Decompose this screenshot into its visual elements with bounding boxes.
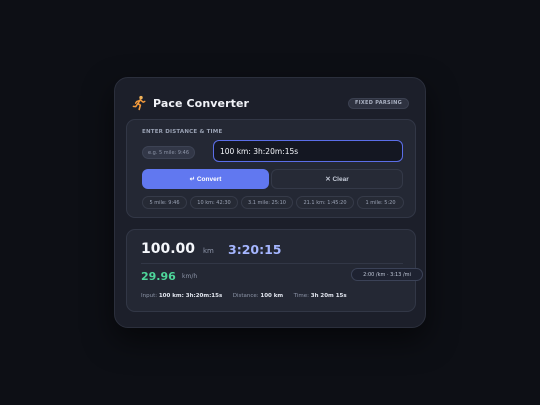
input-panel: ENTER DISTANCE & TIME e.g. 5 mile: 9:46 … <box>126 119 416 218</box>
speed-unit: km/h <box>182 273 198 280</box>
meta-time-value: 3h 20m 15s <box>310 293 347 299</box>
pace-badge: 2:00 /km · 3:13 /mi <box>351 268 423 281</box>
runner-icon <box>131 95 147 111</box>
meta-distance-label: Distance: <box>232 293 259 299</box>
meta-input-label: Input: <box>141 293 158 299</box>
time-value: 3:20:15 <box>228 242 282 257</box>
preset-chips: 5 mile: 9:46 10 km: 42:30 3.1 mile: 25:1… <box>142 196 404 209</box>
distance-unit: km <box>203 247 214 255</box>
meta-distance-value: 100 km <box>260 293 284 299</box>
result-meta: Input: 100 km: 3h:20m:15s Distance: 100 … <box>141 293 347 299</box>
meta-input-value: 100 km: 3h:20m:15s <box>158 293 223 299</box>
pace-converter-card: Pace Converter FIXED PARSING ENTER DISTA… <box>114 77 426 328</box>
preset-chip[interactable]: 21.1 km: 1:45:20 <box>296 196 354 209</box>
distance-time-input[interactable]: 100 km: 3h:20m:15s <box>213 140 403 162</box>
divider <box>141 263 403 264</box>
app-title: Pace Converter <box>153 96 250 110</box>
input-panel-label: ENTER DISTANCE & TIME <box>142 129 223 135</box>
result-panel: 100.00 km 3:20:15 29.96 km/h 2:00 /km · … <box>126 229 423 312</box>
distance-value: 100.00 <box>141 241 196 257</box>
speed-value: 29.96 <box>141 270 176 283</box>
clear-button[interactable]: ✕ Clear <box>271 169 403 189</box>
preset-chip[interactable]: 10 km: 42:30 <box>190 196 238 209</box>
example-hint-chip[interactable]: e.g. 5 mile: 9:46 <box>142 146 196 159</box>
preset-chip[interactable]: 3.1 mile: 25:10 <box>241 196 293 209</box>
preset-chip[interactable]: 5 mile: 9:46 <box>142 196 187 209</box>
meta-time-label: Time: <box>293 293 309 299</box>
header: Pace Converter FIXED PARSING <box>131 94 409 112</box>
convert-button[interactable]: ↵ Convert <box>142 169 269 189</box>
status-badge: FIXED PARSING <box>347 97 409 109</box>
preset-chip[interactable]: 1 mile: 5:20 <box>357 196 404 209</box>
